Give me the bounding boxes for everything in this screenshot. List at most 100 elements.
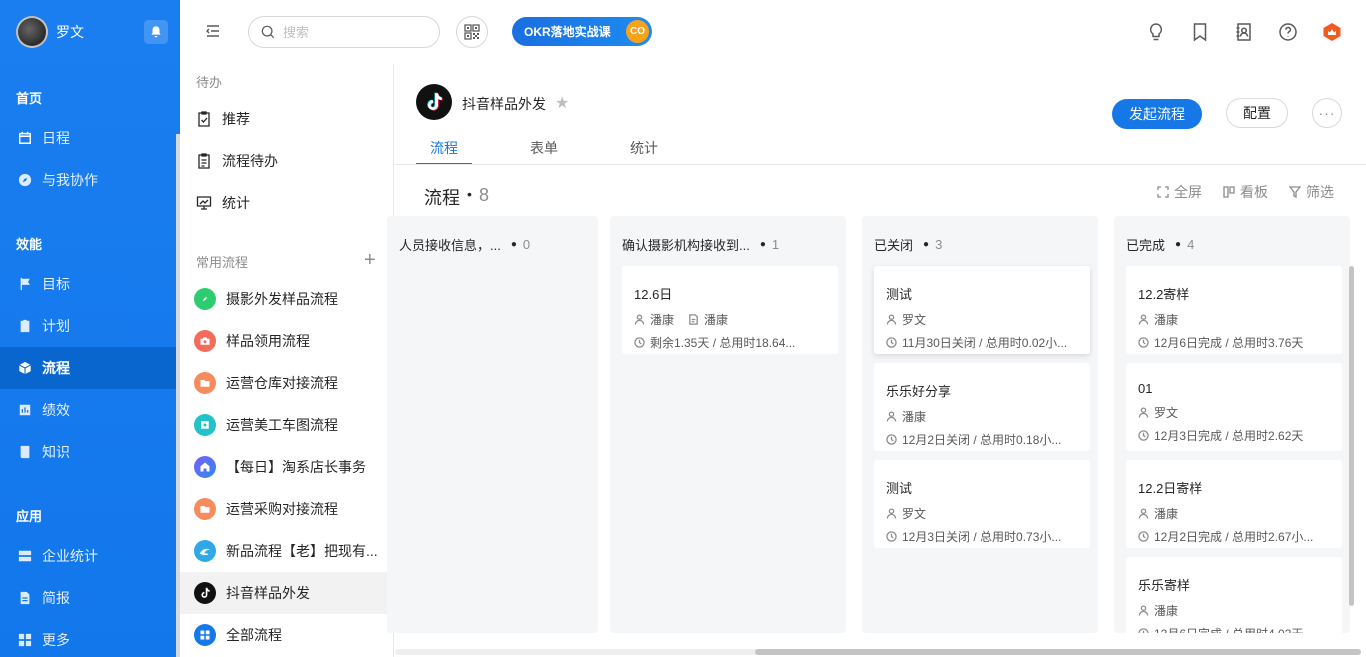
process-item[interactable]: 运营美工车图流程: [180, 404, 392, 446]
card-user: 罗文: [1154, 406, 1179, 420]
menu-collapse-icon[interactable]: [204, 22, 224, 42]
submenu-item-pending[interactable]: 流程待办: [180, 140, 392, 182]
brand-logo-icon[interactable]: [1320, 20, 1344, 44]
process-card[interactable]: 12.6日 潘康 潘康 剩余1.35天 / 总用时18.64...: [622, 266, 838, 354]
tab-process[interactable]: 流程: [416, 134, 472, 165]
fullscreen-button[interactable]: 全屏: [1157, 182, 1202, 202]
submenu-item-stats[interactable]: 统计: [180, 182, 392, 224]
sidebar-item-collab[interactable]: 与我协作: [0, 159, 176, 201]
avatar[interactable]: [16, 16, 48, 48]
process-item[interactable]: 摄影外发样品流程: [180, 278, 392, 320]
user-icon: [1138, 407, 1149, 418]
search-box[interactable]: [248, 16, 440, 48]
process-label: 样品领用流程: [226, 333, 310, 349]
card-status-text: 12月3日关闭 / 总用时0.73小...: [902, 530, 1062, 544]
sidebar-item-plan[interactable]: 计划: [0, 305, 176, 347]
process-card[interactable]: 01 罗文 12月3日完成 / 总用时2.62天: [1126, 363, 1342, 451]
contacts-icon[interactable]: [1232, 20, 1256, 44]
process-card[interactable]: 12.2日寄样 潘康 12月2日完成 / 总用时2.67小...: [1126, 460, 1342, 548]
user-icon: [634, 314, 645, 325]
process-item[interactable]: 运营采购对接流程: [180, 488, 392, 530]
lightbulb-icon[interactable]: [1144, 20, 1168, 44]
tab-stats[interactable]: 统计: [616, 134, 672, 165]
card-user: 潘康: [1154, 507, 1179, 521]
okr-course-banner[interactable]: OKR落地实战课 CO: [512, 17, 652, 46]
tiktok-icon: [194, 582, 216, 604]
section-home: 首页: [16, 91, 43, 106]
column-dot: ●: [759, 239, 766, 250]
sidebar-item-label: 绩效: [42, 402, 70, 418]
process-card[interactable]: 乐乐寄样 潘康 12月6日完成 / 总用时4.03天: [1126, 557, 1342, 633]
column-header: 确认摄影机构接收到... ● 1: [622, 235, 779, 254]
sidebar-item-process[interactable]: 流程: [0, 347, 176, 389]
bookmark-icon[interactable]: [1188, 20, 1212, 44]
card-status-text: 12月2日完成 / 总用时2.67小...: [1154, 530, 1314, 544]
card-user: 罗文: [902, 507, 927, 521]
process-card[interactable]: 乐乐好分享 潘康 12月2日关闭 / 总用时0.18小...: [874, 363, 1090, 451]
user-icon: [886, 314, 897, 325]
user-icon: [886, 508, 897, 519]
card-users: 罗文: [886, 505, 1078, 522]
process-card[interactable]: 测试 罗文 12月3日关闭 / 总用时0.73小...: [874, 460, 1090, 548]
add-process-icon[interactable]: +: [364, 250, 376, 270]
fullscreen-label: 全屏: [1174, 184, 1202, 200]
submenu-item-label: 流程待办: [222, 153, 278, 169]
help-icon[interactable]: [1276, 20, 1300, 44]
config-button[interactable]: 配置: [1226, 98, 1288, 128]
edit-doc-icon: [689, 314, 698, 325]
card-status-text: 12月6日完成 / 总用时3.76天: [1154, 336, 1304, 350]
process-label: 运营采购对接流程: [226, 501, 338, 517]
star-icon[interactable]: ★: [555, 93, 569, 113]
home-icon: [194, 456, 216, 478]
search-input[interactable]: [283, 24, 423, 40]
sidebar-item-knowledge[interactable]: 知识: [0, 431, 176, 473]
card-status-text: 12月6日完成 / 总用时4.03天: [1154, 625, 1303, 633]
card-user: 罗文: [902, 313, 927, 327]
card-title: 测试: [886, 287, 913, 302]
clock-icon: [886, 337, 897, 348]
sidebar-item-performance[interactable]: 绩效: [0, 389, 176, 431]
submenu-item-recommend[interactable]: 推荐: [180, 98, 392, 140]
list-doc-icon: [196, 153, 212, 169]
section-title: 流程: [424, 188, 460, 208]
user-profile[interactable]: 罗文: [16, 16, 84, 48]
process-item[interactable]: 样品领用流程: [180, 320, 392, 362]
process-card[interactable]: 12.2寄样 潘康 12月6日完成 / 总用时3.76天: [1126, 266, 1342, 354]
filter-button[interactable]: 筛选: [1289, 182, 1334, 202]
filter-label: 筛选: [1306, 184, 1334, 200]
scrollbar-thumb[interactable]: [755, 649, 1361, 655]
process-item[interactable]: 【每日】淘系店长事务: [180, 446, 392, 488]
section-count: 8: [479, 185, 490, 205]
card-users: 潘康: [886, 408, 1078, 425]
sidebar-item-enterprise-stats[interactable]: 企业统计: [0, 535, 176, 577]
qr-code-icon[interactable]: [456, 16, 488, 48]
start-process-button[interactable]: 发起流程: [1112, 99, 1202, 129]
card-title: 测试: [886, 481, 913, 496]
process-item-active[interactable]: 抖音样品外发: [180, 572, 392, 614]
flag-icon: [18, 277, 32, 291]
user-icon: [1138, 508, 1149, 519]
column-dot: ●: [510, 239, 517, 250]
card-title: 01: [1138, 381, 1153, 396]
more-options-button[interactable]: ···: [1312, 98, 1342, 128]
board-horizontal-scrollbar[interactable]: [395, 649, 1361, 655]
column-vertical-scrollbar[interactable]: [1349, 266, 1354, 606]
section-efficiency: 效能: [16, 237, 43, 252]
card-user: 潘康: [1154, 313, 1179, 327]
board-view-button[interactable]: 看板: [1223, 182, 1268, 202]
process-item[interactable]: 新品流程【老】把现有...: [180, 530, 392, 572]
process-label: 摄影外发样品流程: [226, 291, 338, 307]
chart-icon: [18, 403, 32, 417]
sidebar-item-report[interactable]: 简报: [0, 577, 176, 619]
sidebar-item-schedule[interactable]: 日程: [0, 117, 176, 159]
bell-icon[interactable]: [144, 20, 168, 44]
tab-form[interactable]: 表单: [516, 134, 572, 165]
sidebar-item-more[interactable]: 更多: [0, 619, 176, 657]
user-icon: [886, 411, 897, 422]
process-item-all[interactable]: 全部流程: [180, 614, 392, 656]
card-status: 12月6日完成 / 总用时4.03天: [1138, 625, 1330, 633]
sidebar-item-goals[interactable]: 目标: [0, 263, 176, 305]
process-item[interactable]: 运营仓库对接流程: [180, 362, 392, 404]
process-card[interactable]: 测试 罗文 11月30日关闭 / 总用时0.02小...: [874, 266, 1090, 354]
secondary-menu: 待办 推荐 流程待办 统计 常用流程 + 摄影外发样品流程 样品领用流程 运营仓…: [176, 64, 394, 657]
